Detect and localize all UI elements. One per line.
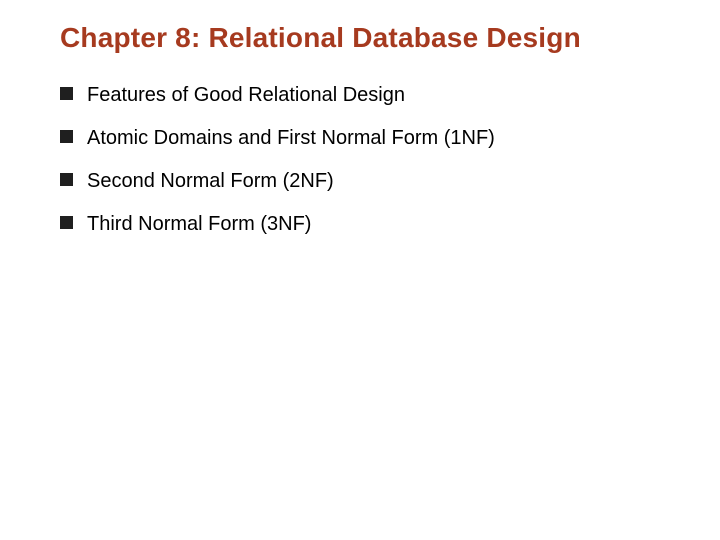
square-bullet-icon <box>60 216 73 229</box>
square-bullet-icon <box>60 130 73 143</box>
slide-title: Chapter 8: Relational Database Design <box>60 22 672 54</box>
square-bullet-icon <box>60 173 73 186</box>
list-item-label: Third Normal Form (3NF) <box>87 211 311 238</box>
list-item-label: Atomic Domains and First Normal Form (1N… <box>87 125 495 152</box>
bullet-list: Features of Good Relational Design Atomi… <box>60 82 672 238</box>
square-bullet-icon <box>60 87 73 100</box>
list-item-label: Features of Good Relational Design <box>87 82 405 109</box>
list-item: Third Normal Form (3NF) <box>60 211 672 238</box>
list-item-label: Second Normal Form (2NF) <box>87 168 334 195</box>
list-item: Atomic Domains and First Normal Form (1N… <box>60 125 672 152</box>
list-item: Features of Good Relational Design <box>60 82 672 109</box>
list-item: Second Normal Form (2NF) <box>60 168 672 195</box>
slide: Chapter 8: Relational Database Design Fe… <box>0 0 720 540</box>
